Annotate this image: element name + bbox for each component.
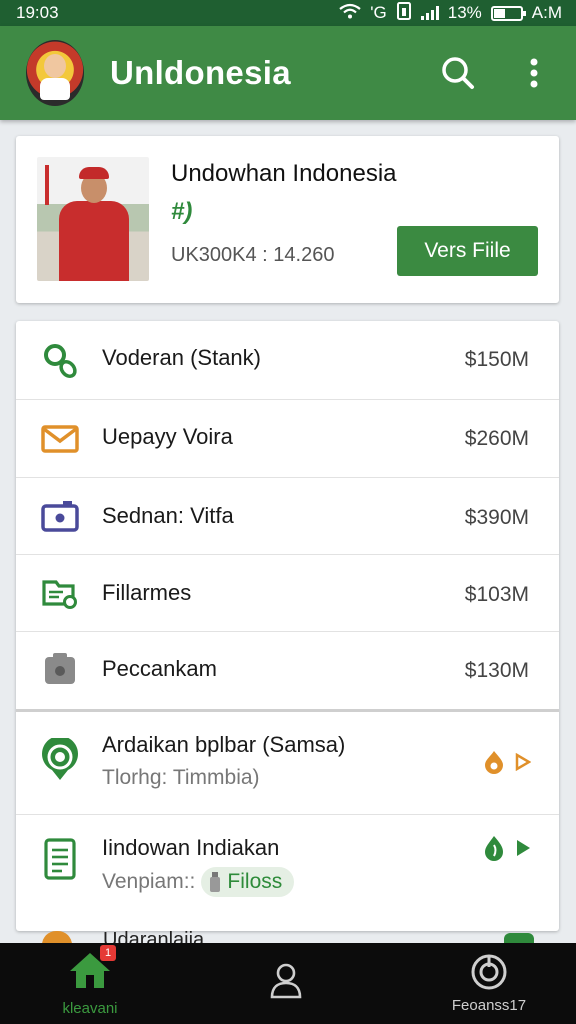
- wifi-icon: [339, 3, 361, 24]
- status-chip[interactable]: Filoss: [201, 867, 295, 897]
- account-label: Peccankam: [102, 656, 217, 681]
- battery-percent: 13%: [447, 3, 482, 22]
- document-icon: [40, 838, 80, 880]
- partial-list-item: Udaranlaiia: [0, 925, 576, 945]
- status-clock-right: A:M: [531, 3, 562, 22]
- more-vert-icon: [530, 58, 538, 88]
- activity-subtitle: Tlorhg: Timmbia): [102, 766, 260, 789]
- bottom-nav: 1 kleavani Feoanss17: [0, 943, 576, 1024]
- search-button[interactable]: [436, 51, 480, 95]
- profile-code: UK300K4 : 14.260: [171, 244, 335, 266]
- network-type: 'G: [370, 3, 387, 22]
- profile-tag: #): [171, 198, 193, 225]
- account-label: Fillarmes: [102, 580, 192, 605]
- activity-subtitle-row: Venpiam:: Filoss: [102, 867, 295, 897]
- camera-icon: [40, 496, 80, 536]
- nav-home[interactable]: 1 kleavani: [40, 943, 140, 1024]
- flame-badge-icon: [485, 751, 503, 774]
- account-label: Voderan (Stank): [102, 345, 261, 370]
- list-item[interactable]: Voderan (Stank) $150M: [16, 321, 559, 400]
- account-amount: $150M: [464, 348, 529, 371]
- power-ring-icon: [471, 954, 507, 990]
- list-item[interactable]: Ardaikan bplbar (Samsa) Tlorhg: Timmbia): [16, 712, 559, 815]
- account-label: Uepayy Voira: [102, 424, 233, 449]
- activity-title: Iindowan Indiakan: [102, 835, 280, 860]
- folder-icon: [40, 573, 80, 613]
- account-amount: $260M: [464, 427, 529, 450]
- activity-subtitle: Venpiam::: [102, 870, 196, 893]
- profile-photo: [37, 157, 149, 281]
- status-time: 19:03: [16, 3, 59, 22]
- account-amount: $130M: [464, 659, 529, 682]
- account-amount: $390M: [464, 506, 529, 529]
- signal-icon: [420, 6, 439, 20]
- account-amount: $103M: [464, 583, 529, 606]
- list-item[interactable]: Uepayy Voira $260M: [16, 400, 559, 478]
- notification-badge: 1: [100, 944, 116, 961]
- app-bar: Unldonesia: [0, 26, 576, 120]
- view-file-button[interactable]: Vers Fiile: [397, 226, 538, 276]
- nav-profile[interactable]: [236, 943, 336, 1024]
- account-list: Voderan (Stank) $150M Uepayy Voira $260M…: [16, 321, 559, 931]
- play-icon: [517, 840, 530, 856]
- more-menu-button[interactable]: [512, 51, 556, 95]
- leaf-badge-icon: [485, 836, 503, 861]
- app-logo: [26, 40, 84, 106]
- sim-icon: [396, 1, 412, 25]
- list-item[interactable]: Fillarmes $103M: [16, 555, 559, 632]
- list-item[interactable]: Peccankam $130M: [16, 632, 559, 709]
- battery-icon: [490, 5, 526, 21]
- person-icon: [270, 963, 302, 998]
- mail-icon: [40, 419, 80, 459]
- bottle-icon: [210, 872, 221, 892]
- status-bar: 19:03 'G 13% A:M: [0, 0, 576, 26]
- list-item[interactable]: Iindowan Indiakan Venpiam:: Filoss: [16, 815, 559, 931]
- activity-title: Ardaikan bplbar (Samsa): [102, 732, 346, 757]
- nav-settings[interactable]: Feoanss17: [434, 943, 544, 1024]
- search-icon: [442, 57, 474, 89]
- profile-name: Undowhan Indonesia: [171, 160, 397, 187]
- nav-home-label: kleavani: [62, 999, 118, 1017]
- nav-settings-label: Feoanss17: [451, 997, 527, 1014]
- location-icon: [40, 738, 80, 780]
- status-chip-label: Filoss: [227, 870, 283, 893]
- profile-card: Undowhan Indonesia #) UK300K4 : 14.260 V…: [16, 136, 559, 303]
- play-outline-icon: [515, 753, 531, 771]
- account-label: Sednan: Vitfa: [102, 503, 234, 528]
- search-leaf-icon: [40, 340, 80, 380]
- gallery-icon: [40, 649, 80, 689]
- list-item[interactable]: Sednan: Vitfa $390M: [16, 478, 559, 555]
- app-title: Unldonesia: [110, 54, 291, 91]
